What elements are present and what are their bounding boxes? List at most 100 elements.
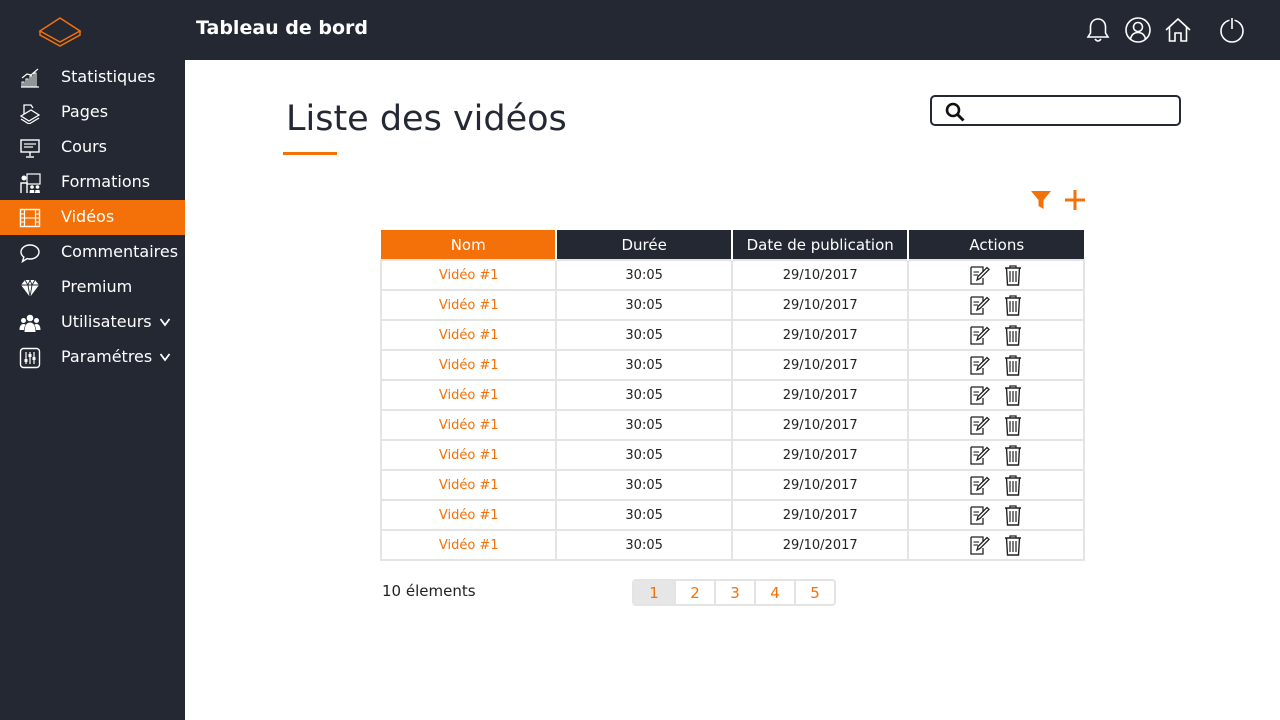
edit-icon[interactable] bbox=[968, 444, 991, 466]
duration-cell: 30:05 bbox=[555, 319, 733, 351]
pagination: 12345 bbox=[632, 579, 836, 606]
duration-cell: 30:05 bbox=[555, 439, 733, 471]
sidebar-item-premium[interactable]: Premium bbox=[0, 270, 185, 305]
sidebar-item-statistiques[interactable]: Statistiques bbox=[0, 60, 185, 95]
sidebar-item-videos[interactable]: Vidéos bbox=[0, 200, 185, 235]
trash-icon[interactable] bbox=[1002, 414, 1024, 436]
sidebar-item-label: Cours bbox=[61, 137, 108, 156]
sidebar-item-formations[interactable]: Formations bbox=[0, 165, 185, 200]
training-icon bbox=[20, 173, 41, 193]
sidebar-item-cours[interactable]: Cours bbox=[0, 130, 185, 165]
column-header-nom[interactable]: Nom bbox=[381, 230, 557, 260]
column-header-date[interactable]: Date de publication bbox=[730, 230, 909, 260]
actions-cell bbox=[907, 529, 1085, 561]
publication-date-cell: 29/10/2017 bbox=[730, 409, 910, 441]
filter-icon[interactable] bbox=[1030, 189, 1052, 211]
duration-cell: 30:05 bbox=[555, 289, 733, 321]
publication-date-cell: 29/10/2017 bbox=[730, 259, 910, 291]
edit-icon[interactable] bbox=[968, 324, 991, 346]
sidebar-item-label: Utilisateurs bbox=[61, 312, 152, 331]
edit-icon[interactable] bbox=[968, 414, 991, 436]
table-row[interactable]: Vidéo #1 30:05 29/10/2017 bbox=[379, 379, 1085, 411]
duration-cell: 30:05 bbox=[555, 529, 733, 561]
home-icon[interactable] bbox=[1163, 15, 1193, 45]
chevron-down-icon[interactable] bbox=[159, 316, 171, 328]
table-body: Vidéo #1 30:05 29/10/2017 Vidéo #1 30:05 29/1… bbox=[379, 259, 1085, 561]
video-name-cell[interactable]: Vidéo #1 bbox=[379, 409, 558, 441]
video-name-cell[interactable]: Vidéo #1 bbox=[379, 469, 558, 501]
column-header-actions: Actions bbox=[907, 230, 1084, 260]
table-row[interactable]: Vidéo #1 30:05 29/10/2017 bbox=[379, 409, 1085, 441]
sidebar-item-label: Commentaires bbox=[61, 242, 179, 261]
page-button-5[interactable]: 5 bbox=[794, 581, 834, 604]
video-name-cell[interactable]: Vidéo #1 bbox=[379, 319, 558, 351]
video-name-cell[interactable]: Vidéo #1 bbox=[379, 529, 558, 561]
trash-icon[interactable] bbox=[1002, 384, 1024, 406]
publication-date-cell: 29/10/2017 bbox=[730, 529, 910, 561]
trash-icon[interactable] bbox=[1002, 354, 1024, 376]
video-name-cell[interactable]: Vidéo #1 bbox=[379, 439, 558, 471]
duration-cell: 30:05 bbox=[555, 259, 733, 291]
duration-cell: 30:05 bbox=[555, 469, 733, 501]
page-button-3[interactable]: 3 bbox=[714, 581, 754, 604]
publication-date-cell: 29/10/2017 bbox=[730, 289, 910, 321]
duration-cell: 30:05 bbox=[555, 379, 733, 411]
trash-icon[interactable] bbox=[1002, 444, 1024, 466]
edit-icon[interactable] bbox=[968, 474, 991, 496]
sliders-icon bbox=[19, 347, 41, 369]
video-name-cell[interactable]: Vidéo #1 bbox=[379, 259, 558, 291]
column-header-duree[interactable]: Durée bbox=[555, 230, 732, 260]
user-profile-icon[interactable] bbox=[1123, 15, 1153, 45]
duration-cell: 30:05 bbox=[555, 499, 733, 531]
trash-icon[interactable] bbox=[1002, 294, 1024, 316]
power-icon[interactable] bbox=[1217, 15, 1247, 45]
table-row[interactable]: Vidéo #1 30:05 29/10/2017 bbox=[379, 469, 1085, 501]
sidebar-item-commentaires[interactable]: Commentaires bbox=[0, 235, 185, 270]
sidebar-item-label: Vidéos bbox=[61, 207, 115, 226]
film-icon bbox=[19, 208, 41, 228]
search-box[interactable] bbox=[930, 95, 1181, 126]
sidebar-item-label: Premium bbox=[61, 277, 133, 296]
sidebar-item-parametres[interactable]: Paramétres bbox=[0, 340, 185, 375]
actions-cell bbox=[907, 379, 1085, 411]
page-button-1[interactable]: 1 bbox=[634, 581, 674, 604]
trash-icon[interactable] bbox=[1002, 474, 1024, 496]
edit-icon[interactable] bbox=[968, 354, 991, 376]
bell-icon[interactable] bbox=[1083, 15, 1113, 45]
trash-icon[interactable] bbox=[1002, 264, 1024, 286]
page-button-4[interactable]: 4 bbox=[754, 581, 794, 604]
video-name-cell[interactable]: Vidéo #1 bbox=[379, 499, 558, 531]
table-row[interactable]: Vidéo #1 30:05 29/10/2017 bbox=[379, 499, 1085, 531]
trash-icon[interactable] bbox=[1002, 534, 1024, 556]
table-row[interactable]: Vidéo #1 30:05 29/10/2017 bbox=[379, 349, 1085, 381]
edit-icon[interactable] bbox=[968, 384, 991, 406]
sidebar-item-pages[interactable]: Pages bbox=[0, 95, 185, 130]
table-row[interactable]: Vidéo #1 30:05 29/10/2017 bbox=[379, 529, 1085, 561]
edit-icon[interactable] bbox=[968, 264, 991, 286]
actions-cell bbox=[907, 469, 1085, 501]
trash-icon[interactable] bbox=[1002, 504, 1024, 526]
edit-icon[interactable] bbox=[968, 534, 991, 556]
chevron-down-icon[interactable] bbox=[159, 351, 171, 363]
add-icon[interactable] bbox=[1064, 188, 1086, 212]
users-icon bbox=[19, 314, 41, 332]
pages-icon bbox=[19, 104, 41, 124]
table-row[interactable]: Vidéo #1 30:05 29/10/2017 bbox=[379, 439, 1085, 471]
table-row[interactable]: Vidéo #1 30:05 29/10/2017 bbox=[379, 289, 1085, 321]
top-bar: Tableau de bord bbox=[0, 0, 1280, 60]
page-button-2[interactable]: 2 bbox=[674, 581, 714, 604]
video-name-cell[interactable]: Vidéo #1 bbox=[379, 289, 558, 321]
table-row[interactable]: Vidéo #1 30:05 29/10/2017 bbox=[379, 319, 1085, 351]
video-name-cell[interactable]: Vidéo #1 bbox=[379, 379, 558, 411]
trash-icon[interactable] bbox=[1002, 324, 1024, 346]
table-row[interactable]: Vidéo #1 30:05 29/10/2017 bbox=[379, 259, 1085, 291]
video-name-cell[interactable]: Vidéo #1 bbox=[379, 349, 558, 381]
sidebar: Statistiques Pages Cours Formations Vidé… bbox=[0, 60, 185, 720]
sidebar-item-label: Pages bbox=[61, 102, 109, 121]
search-icon[interactable] bbox=[944, 101, 966, 123]
edit-icon[interactable] bbox=[968, 504, 991, 526]
edit-icon[interactable] bbox=[968, 294, 991, 316]
actions-cell bbox=[907, 409, 1085, 441]
search-input[interactable] bbox=[976, 100, 1174, 122]
sidebar-item-utilisateurs[interactable]: Utilisateurs bbox=[0, 305, 185, 340]
